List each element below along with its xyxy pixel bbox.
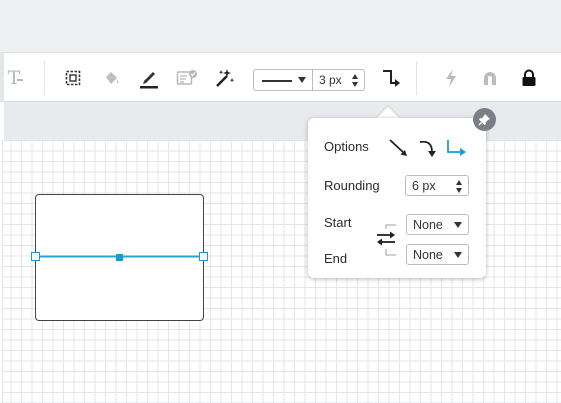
connector-icon[interactable] bbox=[379, 66, 403, 90]
swap-arrows-icon[interactable] bbox=[375, 222, 407, 260]
stepper-arrows-icon[interactable] bbox=[352, 74, 359, 87]
options-label: Options bbox=[324, 139, 369, 154]
magic-wand-icon[interactable] bbox=[213, 66, 237, 90]
connector-end-handle[interactable] bbox=[199, 252, 208, 261]
curved-line-icon[interactable] bbox=[417, 136, 441, 160]
crop-icon[interactable] bbox=[61, 66, 85, 90]
lock-icon[interactable] bbox=[517, 66, 541, 90]
pin-icon[interactable] bbox=[473, 108, 496, 131]
text-icon[interactable]: T bbox=[2, 66, 26, 90]
rounding-value: 6 px bbox=[412, 179, 436, 193]
elbow-line-icon[interactable] bbox=[445, 136, 469, 160]
connector-start-handle[interactable] bbox=[31, 252, 40, 261]
text-tool-label: T bbox=[7, 67, 21, 89]
chevron-down-icon bbox=[298, 77, 306, 83]
magnet-icon[interactable] bbox=[478, 66, 502, 90]
start-value: None bbox=[413, 218, 443, 232]
rounding-stepper[interactable]: 6 px bbox=[405, 175, 469, 196]
start-label: Start bbox=[324, 215, 352, 230]
end-label: End bbox=[324, 251, 348, 266]
connector-mid-handle[interactable] bbox=[116, 254, 123, 261]
line-color-pen-icon[interactable] bbox=[137, 66, 161, 90]
fill-bucket-icon[interactable] bbox=[99, 66, 123, 90]
toolbar-divider bbox=[44, 61, 45, 95]
rounding-label: Rounding bbox=[324, 178, 380, 193]
line-style-dropdown[interactable] bbox=[253, 69, 313, 91]
line-width-stepper[interactable]: 3 px bbox=[312, 69, 365, 91]
stepper-arrows-icon[interactable] bbox=[456, 180, 463, 193]
straight-line-icon[interactable] bbox=[387, 136, 411, 160]
solid-line-preview bbox=[262, 80, 292, 82]
checklist-icon[interactable] bbox=[175, 66, 199, 90]
start-arrow-dropdown[interactable]: None bbox=[406, 214, 469, 235]
canvas-edge bbox=[0, 140, 3, 403]
line-width-value: 3 px bbox=[319, 73, 342, 87]
chevron-down-icon bbox=[454, 252, 462, 258]
lightning-icon[interactable] bbox=[439, 66, 463, 90]
panel-edge bbox=[0, 102, 4, 140]
end-value: None bbox=[413, 248, 443, 262]
chevron-down-icon bbox=[454, 222, 462, 228]
end-arrow-dropdown[interactable]: None bbox=[406, 244, 469, 265]
toolbar: T 3 px bbox=[0, 52, 561, 102]
toolbar-divider bbox=[416, 61, 417, 95]
panel-edge bbox=[0, 52, 4, 102]
